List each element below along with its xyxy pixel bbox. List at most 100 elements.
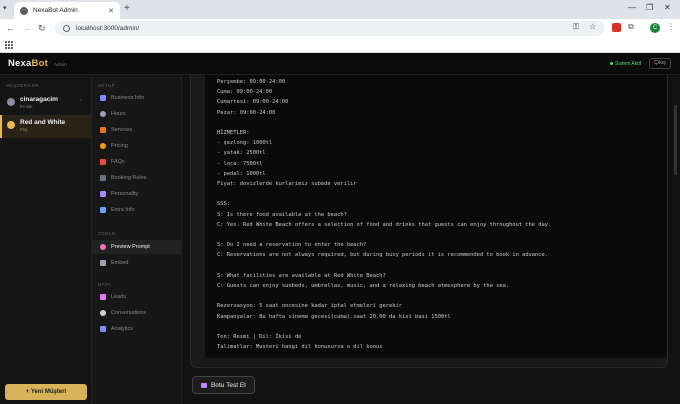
tools-heading: TOOLS [98, 231, 116, 236]
prompt-line: Pazar: 09:00-24:00 [217, 109, 276, 116]
question-icon [100, 159, 106, 165]
customer-item-cinaragacim[interactable]: cinaragacim Emlak › [0, 92, 92, 115]
menu-dots-icon[interactable]: ⋮ [667, 22, 675, 31]
prompt-line: SSS: [217, 201, 230, 208]
prompt-line: - pedal: 1000tl [217, 170, 266, 177]
customer-item-red-and-white[interactable]: Red and White Plaj [0, 115, 92, 138]
prompt-text-area[interactable]: Perşembe: 09:00-24:00 Cuma: 09:00-24:00 Cu… [205, 75, 667, 358]
chat-icon [100, 310, 106, 316]
nav-item-analytics[interactable]: Analytics [92, 322, 181, 336]
prompt-line: C: Yes. Red White Beach offers a selecti… [217, 221, 552, 228]
prompt-line: Cumartesi: 09:00-24:00 [217, 99, 289, 106]
nav-item-services[interactable]: Services [92, 123, 181, 137]
leads-icon [100, 294, 106, 300]
bookmark-star-icon[interactable]: ☆ [589, 22, 596, 31]
test-bot-button[interactable]: Botu Test Et [192, 376, 255, 394]
prompt-line: HİZMETLER: [217, 130, 250, 136]
prompt-line: Rezervasyon: 5 saat oncesine kadar iptal… [217, 303, 402, 310]
business-icon [100, 95, 106, 101]
prompt-line: Ton: Resmi | Dil: İkisi de [217, 334, 302, 340]
tab-title: NexaBot Admin [33, 7, 78, 14]
chart-icon [100, 326, 106, 332]
url-text: localhost:3000/admin/ [76, 25, 140, 32]
customer-name: cinaragacim [20, 96, 58, 103]
nav-item-pricing[interactable]: Pricing [92, 139, 181, 153]
prompt-line: - yatak: 2500tl [217, 150, 266, 157]
money-icon [100, 143, 106, 149]
back-icon[interactable]: ← [6, 22, 15, 34]
browser-tab[interactable]: NexaBot Admin ✕ [14, 2, 120, 19]
nav-item-embed[interactable]: Embed [92, 256, 181, 270]
test-bot-label: Botu Test Et [211, 381, 246, 389]
customer-name: Red and White [20, 119, 66, 126]
app-logo: NexaBot [8, 58, 48, 69]
customer-sector: Plaj [20, 127, 28, 132]
nav-item-conversations[interactable]: Conversations [92, 306, 181, 320]
prompt-line: Kampanyalar: Bu hafta sinema gecesi(cuma… [217, 313, 451, 320]
prompt-line: S: What facilities are available at Red … [217, 272, 386, 279]
prompt-line: Talimatlar: Musteri hangi dil konusursa … [217, 344, 383, 351]
status-dot-icon [610, 62, 613, 66]
prompt-line: Fiyat: dovizlerde kurlarimiz subede veri… [217, 181, 357, 187]
key-icon[interactable]: ⚿ [573, 22, 579, 32]
chevron-icon: › [80, 98, 82, 104]
prompt-line: C: Reservations are not always required,… [217, 252, 549, 259]
prompt-line: Cuma: 09:00-24:00 [217, 89, 273, 96]
close-icon[interactable]: ✕ [108, 7, 114, 15]
bookmarks-bar [0, 38, 680, 53]
tab-strip: ▾ NexaBot Admin ✕ + — ❐ ✕ [0, 0, 680, 19]
calendar-icon [100, 175, 106, 181]
forward-icon[interactable]: → [22, 22, 31, 34]
apps-grid-icon[interactable] [5, 41, 13, 49]
nav-item-leads[interactable]: Leads [92, 290, 181, 304]
nav-item-booking-rules[interactable]: Booking Rules [92, 171, 181, 185]
maximize-icon[interactable]: ❐ [646, 3, 653, 12]
app-header: NexaBot Admin Sistem Aktif Çıkış [0, 53, 680, 75]
prompt-line: S: Is there food available at the beach? [217, 211, 347, 218]
browser-toolbar: ← → ↻ localhost:3000/admin/ ⚿ ☆ ⧉ ⋮ [0, 19, 680, 38]
setup-heading: SETUP [98, 83, 116, 88]
logout-button[interactable]: Çıkış [649, 58, 671, 69]
scrollbar[interactable] [674, 105, 677, 175]
sun-icon [7, 121, 15, 129]
extensions-icon[interactable]: ⧉ [628, 22, 634, 32]
nav-item-faqs[interactable]: FAQs [92, 155, 181, 169]
personality-icon [100, 191, 106, 197]
clock-icon [100, 111, 106, 117]
nav-item-preview-prompt[interactable]: Preview Prompt [92, 240, 181, 254]
customers-panel: MÜŞTERİLER cinaragacim Emlak › Red and W… [0, 75, 92, 404]
globe-icon [20, 6, 28, 15]
section-nav: SETUP Business Info Hours Services Prici… [92, 75, 182, 404]
customers-heading: MÜŞTERİLER [6, 83, 40, 88]
profile-avatar[interactable]: C [650, 23, 660, 33]
status-badge: Sistem Aktif [610, 61, 641, 67]
minimize-icon[interactable]: — [628, 3, 636, 12]
prompt-line: C: Guests can enjoy sunbeds, umbrellas, … [217, 283, 510, 289]
note-icon [100, 207, 106, 213]
bot-icon [201, 382, 208, 388]
nav-item-hours[interactable]: Hours [92, 107, 181, 121]
new-tab-button[interactable]: + [124, 3, 130, 15]
nav-item-business-info[interactable]: Business Info [92, 91, 181, 105]
address-bar[interactable]: localhost:3000/admin/ [55, 21, 605, 36]
prompt-line: - loca: 7500tl [217, 160, 263, 167]
extension-icon[interactable] [612, 23, 621, 32]
site-info-icon[interactable] [63, 25, 70, 32]
eye-icon [100, 244, 106, 250]
nav-item-personality[interactable]: Personality [92, 187, 181, 201]
window-close-icon[interactable]: ✕ [664, 3, 671, 12]
prompt-preview-card: Perşembe: 09:00-24:00 Cuma: 09:00-24:00 Cu… [190, 75, 668, 368]
services-icon [100, 127, 106, 133]
reload-icon[interactable]: ↻ [38, 22, 46, 34]
prompt-line: Perşembe: 09:00-24:00 [217, 79, 286, 85]
link-icon [100, 260, 106, 266]
prompt-line: - şezlong: 1000tl [217, 140, 273, 147]
building-icon [7, 98, 15, 106]
nav-item-extra-info[interactable]: Extra Info [92, 203, 181, 217]
add-customer-button[interactable]: + Yeni Müşteri [5, 384, 87, 400]
customer-sector: Emlak [20, 104, 33, 109]
data-heading: DATA [98, 282, 111, 287]
tab-search-icon[interactable]: ▾ [3, 4, 12, 13]
logo-subtitle: Admin [54, 62, 67, 67]
browser-window: ▾ NexaBot Admin ✕ + — ❐ ✕ ← → ↻ localhos… [0, 0, 680, 404]
